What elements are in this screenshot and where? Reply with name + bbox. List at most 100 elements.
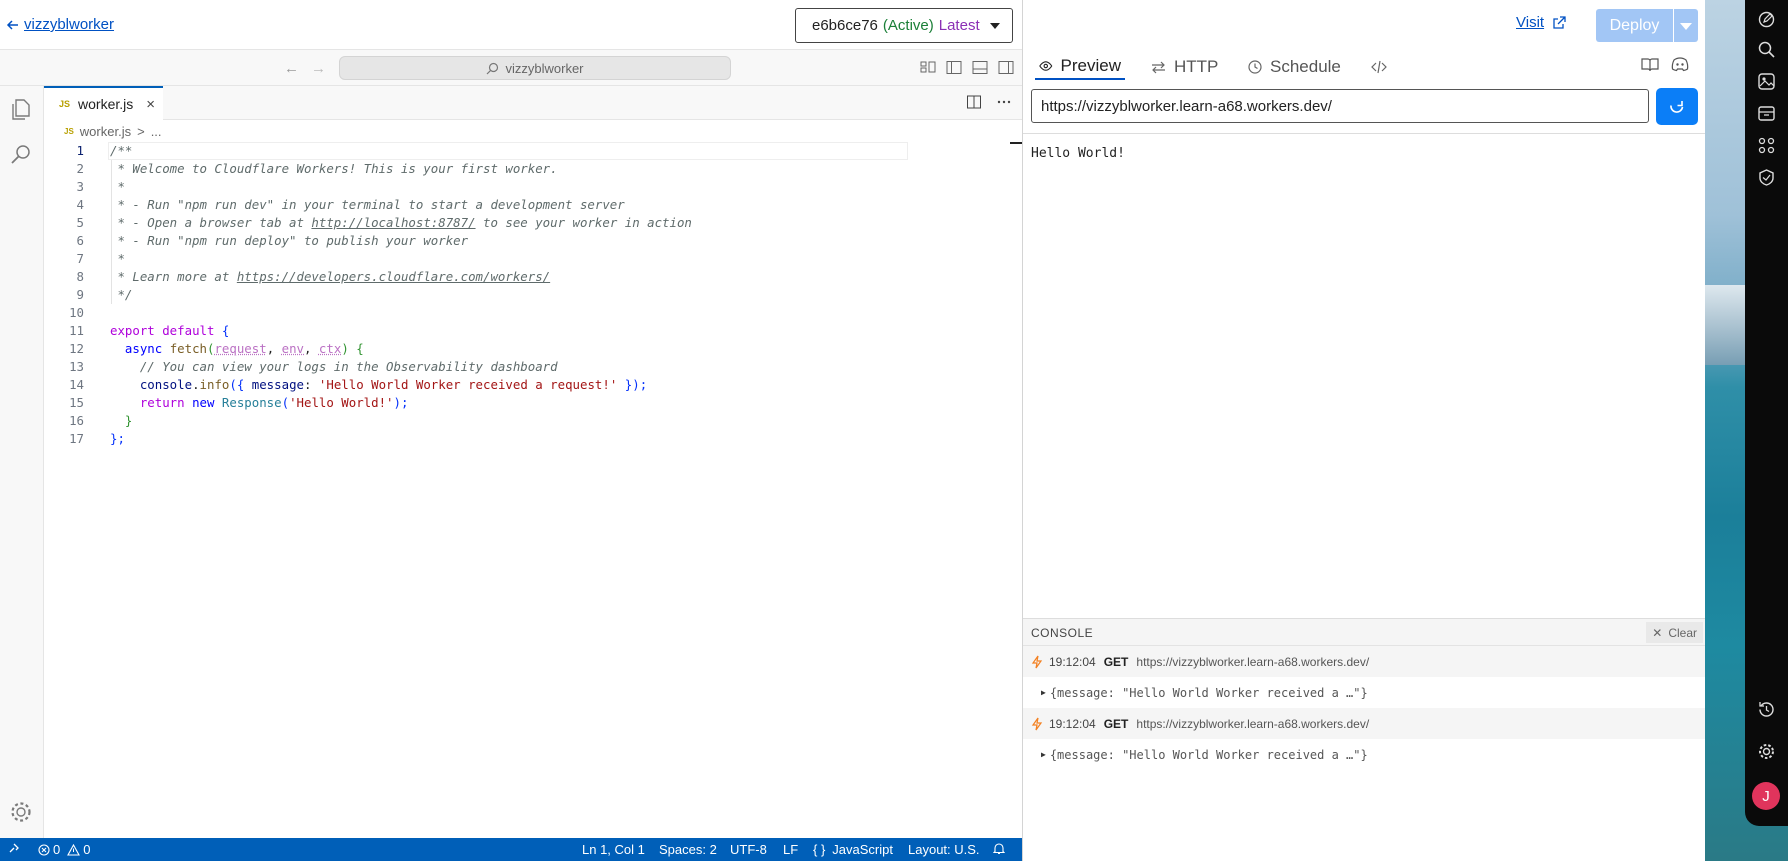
code-line: 16 } xyxy=(69,413,133,428)
deploy-button[interactable]: Deploy xyxy=(1596,9,1673,42)
compose-icon[interactable] xyxy=(1757,10,1776,29)
console-log-row[interactable]: 19:12:04 GET https://vizzyblworker.learn… xyxy=(1023,646,1705,677)
javascript-file-icon: JS xyxy=(59,99,71,109)
console-message[interactable]: ▶ {message: "Hello World Worker received… xyxy=(1023,739,1705,770)
avatar[interactable]: J xyxy=(1752,782,1780,810)
chevron-down-icon xyxy=(990,22,1000,29)
toggle-panel-icon[interactable] xyxy=(972,60,988,75)
braces-icon: { } xyxy=(813,842,826,857)
code-line: 6 * - Run "npm run deploy" to publish yo… xyxy=(76,233,469,248)
preview-frame[interactable]: Hello World! xyxy=(1023,133,1705,618)
breadcrumb-more[interactable]: ... xyxy=(151,124,162,139)
refresh-icon xyxy=(1670,100,1684,113)
search-icon[interactable] xyxy=(1757,40,1776,59)
tab-code[interactable] xyxy=(1371,54,1387,80)
toggle-sidebar-icon[interactable] xyxy=(946,60,962,75)
version-status: (Active) xyxy=(882,17,934,34)
code-line: 14 console.info({ message: 'Hello World … xyxy=(69,377,648,392)
log-url: https://vizzyblworker.learn-a68.workers.… xyxy=(1136,716,1370,731)
layout-controls xyxy=(920,60,1014,75)
preview-url-input[interactable] xyxy=(1031,89,1649,123)
gear-icon[interactable] xyxy=(8,799,34,825)
history-icon[interactable] xyxy=(1757,700,1776,719)
log-time: 19:12:04 xyxy=(1049,716,1096,731)
code-line: 4 * - Run "npm run dev" in your terminal… xyxy=(76,197,625,212)
overview-ruler-cursor xyxy=(1010,142,1022,144)
files-icon[interactable] xyxy=(8,96,34,122)
end-of-line[interactable]: LF xyxy=(783,842,798,857)
dashboard-header: vizzyblworker e6b6ce76 (Active) Latest xyxy=(0,0,1022,50)
preview-tools xyxy=(1641,57,1689,72)
expand-icon: ▶ xyxy=(1041,688,1046,697)
log-message: {message: "Hello World Worker received a… xyxy=(1049,747,1368,762)
command-center[interactable]: vizzyblworker xyxy=(339,56,731,80)
visit-label: Visit xyxy=(1516,14,1545,31)
editor-actions xyxy=(966,94,1012,110)
activity-bar xyxy=(0,86,44,838)
book-icon[interactable] xyxy=(1641,57,1659,72)
code-link[interactable]: https://developers.cloudflare.com/worker… xyxy=(237,269,550,284)
code-line: 11 export default { xyxy=(69,323,230,338)
nav-back-icon[interactable]: ← xyxy=(284,60,299,77)
remote-indicator[interactable] xyxy=(8,842,20,854)
discord-icon[interactable] xyxy=(1671,57,1689,72)
cursor-position[interactable]: Ln 1, Col 1 xyxy=(582,842,645,857)
inbox-icon[interactable] xyxy=(1757,104,1776,123)
customize-layout-icon[interactable] xyxy=(920,60,936,75)
tab-http[interactable]: HTTP xyxy=(1151,54,1218,80)
apps-icon[interactable] xyxy=(1757,136,1776,155)
toggle-secondary-sidebar-icon[interactable] xyxy=(998,60,1014,75)
tab-schedule[interactable]: Schedule xyxy=(1248,54,1341,80)
console-header: CONSOLE ✕ Clear xyxy=(1023,619,1705,646)
javascript-file-icon: JS xyxy=(64,126,74,136)
editor-tabs: JS worker.js × xyxy=(44,86,1022,120)
split-editor-icon[interactable] xyxy=(966,94,982,110)
arrow-left-icon xyxy=(6,19,18,30)
tab-preview[interactable]: Preview xyxy=(1035,54,1125,80)
command-center-label: vizzyblworker xyxy=(505,60,584,76)
clear-console-button[interactable]: ✕ Clear xyxy=(1646,622,1703,643)
wallpaper-mountain xyxy=(1705,285,1745,365)
gallery-icon[interactable] xyxy=(1757,72,1776,91)
encoding[interactable]: UTF-8 xyxy=(730,842,767,857)
breadcrumb-file[interactable]: worker.js xyxy=(80,124,131,139)
code-line: 8 * Learn more at https://developers.clo… xyxy=(76,269,551,284)
console-log-row[interactable]: 19:12:04 GET https://vizzyblworker.learn… xyxy=(1023,708,1705,739)
more-icon[interactable] xyxy=(996,94,1012,110)
log-method: GET xyxy=(1103,654,1129,669)
bell-icon xyxy=(993,843,1005,854)
indentation[interactable]: Spaces: 2 xyxy=(659,842,717,857)
search-icon[interactable] xyxy=(8,142,34,168)
version-select[interactable]: e6b6ce76 (Active) Latest xyxy=(795,8,1013,43)
error-count: 0 xyxy=(53,842,61,857)
keyboard-layout[interactable]: Layout: U.S. xyxy=(908,842,980,857)
console-message[interactable]: ▶ {message: "Hello World Worker received… xyxy=(1023,677,1705,708)
code-editor[interactable]: 1/** 2 * Welcome to Cloudflare Workers! … xyxy=(44,142,1022,838)
shield-icon[interactable] xyxy=(1757,168,1776,187)
nav-forward-icon[interactable]: → xyxy=(311,60,326,77)
code-link[interactable]: http://localhost:8787/ xyxy=(311,215,475,230)
refresh-button[interactable] xyxy=(1656,88,1698,125)
tab-preview-label: Preview xyxy=(1060,56,1121,75)
gear-icon[interactable] xyxy=(1757,742,1776,761)
side-dock: J xyxy=(1745,0,1788,826)
tab-worker-js[interactable]: JS worker.js × xyxy=(44,86,163,120)
log-time: 19:12:04 xyxy=(1049,654,1096,669)
code-line: 17}; xyxy=(69,431,125,446)
code-line: 1/** xyxy=(76,143,133,158)
remote-icon xyxy=(9,843,19,853)
warning-count: 0 xyxy=(83,842,91,857)
notifications[interactable] xyxy=(993,842,1005,855)
search-icon xyxy=(487,62,499,74)
code-line: 10 xyxy=(69,305,84,320)
visit-link[interactable]: Visit xyxy=(1516,14,1566,31)
clear-label: Clear xyxy=(1668,625,1697,640)
tab-http-label: HTTP xyxy=(1174,57,1219,76)
close-icon[interactable]: × xyxy=(146,96,155,113)
language-mode[interactable]: { } JavaScript xyxy=(813,842,893,857)
log-message: {message: "Hello World Worker received a… xyxy=(1049,685,1368,700)
deploy-options-button[interactable] xyxy=(1674,9,1698,42)
problems-indicator[interactable]: 0 0 xyxy=(38,842,90,857)
bolt-icon xyxy=(1031,717,1043,730)
back-link[interactable]: vizzyblworker xyxy=(6,16,114,33)
